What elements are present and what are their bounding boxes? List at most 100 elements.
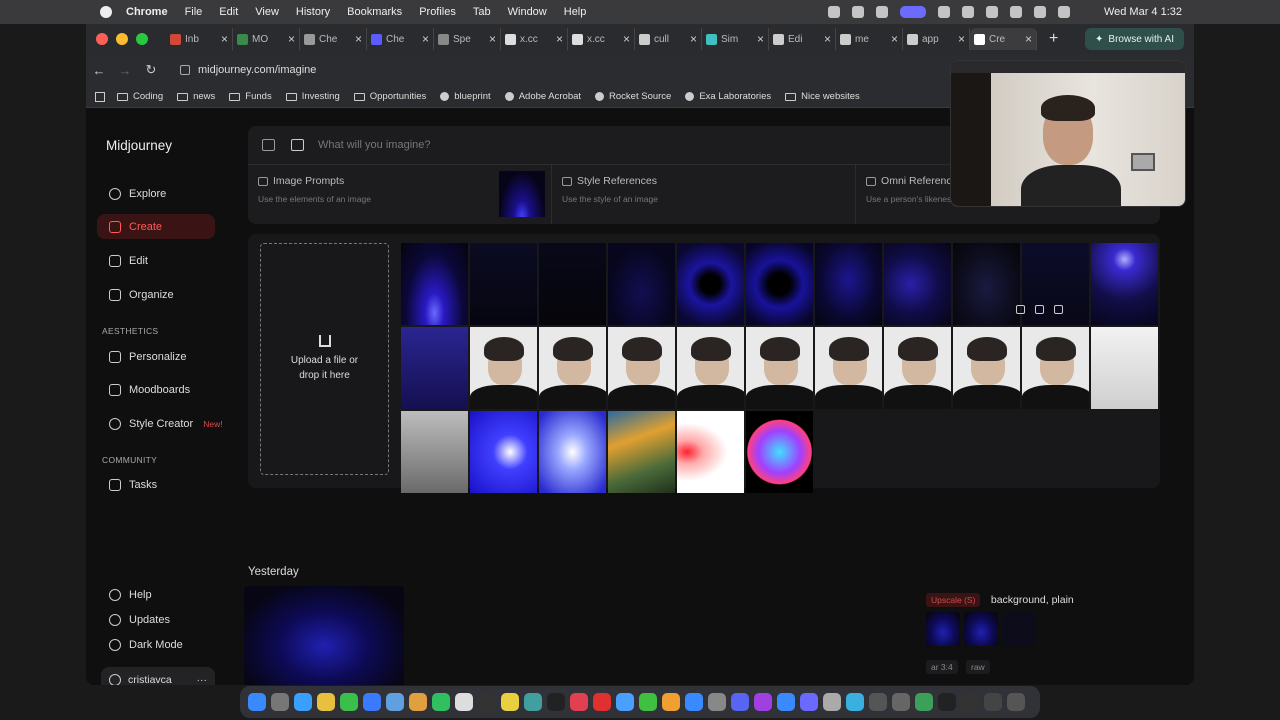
prompt-input[interactable]: What will you imagine?	[318, 139, 431, 151]
uploaded-image-tile[interactable]	[539, 411, 606, 493]
pages-icon[interactable]	[662, 693, 680, 711]
browser-tab[interactable]: Che ×	[300, 28, 367, 50]
close-tab-icon[interactable]: ×	[288, 32, 299, 46]
image-add-icon[interactable]	[291, 139, 304, 151]
figma-icon[interactable]	[754, 693, 772, 711]
control-center-icon[interactable]	[1058, 6, 1070, 18]
sidebar-item-explore[interactable]: Explore	[97, 181, 215, 206]
uploaded-image-tile[interactable]	[608, 327, 675, 409]
generated-image-thumbnail[interactable]	[244, 586, 404, 685]
close-tab-icon[interactable]: ×	[958, 32, 969, 46]
browser-tab[interactable]: Che ×	[367, 28, 434, 50]
menu-profiles[interactable]: Profiles	[419, 6, 456, 18]
webcam-overlay[interactable]	[950, 60, 1186, 207]
bookmark-item[interactable]: blueprint	[440, 91, 491, 102]
browser-tab[interactable]: MO ×	[233, 28, 300, 50]
bookmark-item[interactable]: Coding	[117, 91, 163, 102]
app-icon[interactable]	[869, 693, 887, 711]
finder-icon[interactable]	[248, 693, 266, 711]
screen-share-icon[interactable]	[900, 6, 926, 18]
status-icon[interactable]	[938, 6, 950, 18]
uploaded-image-tile[interactable]	[815, 327, 882, 409]
tv-icon[interactable]	[547, 693, 565, 711]
image-prompts-panel[interactable]: Image Prompts Use the elements of an ima…	[248, 165, 553, 224]
close-tab-icon[interactable]: ×	[824, 32, 835, 46]
bookmark-item[interactable]: Nice websites	[785, 91, 860, 102]
facetime-icon[interactable]	[432, 693, 450, 711]
edit-icon[interactable]	[1035, 305, 1044, 314]
app-icon[interactable]	[800, 693, 818, 711]
uploaded-image-tile[interactable]	[608, 411, 675, 493]
numbers-icon[interactable]	[639, 693, 657, 711]
uploaded-image-tile[interactable]	[539, 327, 606, 409]
browser-tab[interactable]: Inb ×	[166, 28, 233, 50]
notes-icon[interactable]	[478, 693, 496, 711]
launchpad-icon[interactable]	[271, 693, 289, 711]
upload-dropzone[interactable]: Upload a file or drop it here	[260, 243, 389, 475]
sidebar-item-edit[interactable]: Edit	[97, 248, 215, 273]
webcam-titlebar[interactable]	[951, 61, 1185, 73]
browser-tab[interactable]: Cre ×	[970, 28, 1037, 50]
brand-logo[interactable]: Midjourney	[106, 138, 172, 153]
uploaded-image-tile[interactable]	[677, 327, 744, 409]
trash-icon[interactable]	[1054, 305, 1063, 314]
status-icon[interactable]	[828, 6, 840, 18]
job-tag[interactable]: ar 3:4	[926, 660, 958, 674]
sidebar-item-personalize[interactable]: Personalize	[97, 344, 215, 369]
app-icon[interactable]	[777, 693, 795, 711]
uploaded-image-tile[interactable]	[401, 411, 468, 493]
app-icon[interactable]	[846, 693, 864, 711]
battery-icon[interactable]	[986, 6, 998, 18]
close-tab-icon[interactable]: ×	[422, 32, 433, 46]
app-icon[interactable]	[961, 693, 979, 711]
close-tab-icon[interactable]: ×	[891, 32, 902, 46]
uploaded-image-tile[interactable]	[815, 243, 882, 325]
forward-icon[interactable]: →	[112, 63, 138, 78]
sidebar-item-updates[interactable]: Updates	[97, 607, 215, 632]
sidebar-item-help[interactable]: Help	[97, 582, 215, 607]
user-profile[interactable]: cristiavca ···	[101, 667, 215, 685]
uploaded-image-tile[interactable]	[608, 243, 675, 325]
site-info-icon[interactable]	[180, 65, 190, 75]
mail-icon[interactable]	[363, 693, 381, 711]
menu-file[interactable]: File	[185, 6, 203, 18]
trash-icon[interactable]	[1007, 693, 1025, 711]
uploaded-image-tile[interactable]	[401, 327, 468, 409]
uploaded-image-tile[interactable]	[953, 327, 1020, 409]
menu-window[interactable]: Window	[508, 6, 547, 18]
browser-tab[interactable]: me ×	[836, 28, 903, 50]
reference-thumbnail[interactable]	[1002, 612, 1036, 646]
uploaded-image-tile[interactable]	[1091, 243, 1158, 325]
uploaded-image-tile[interactable]	[746, 327, 813, 409]
uploaded-image-tile[interactable]	[401, 243, 468, 325]
browser-tab[interactable]: x.cc ×	[501, 28, 568, 50]
uploaded-image-tile[interactable]	[470, 327, 537, 409]
sidebar-item-dark-mode[interactable]: Dark Mode	[97, 632, 215, 657]
bookmark-item[interactable]: Adobe Acrobat	[504, 91, 581, 102]
close-tab-icon[interactable]: ×	[757, 32, 768, 46]
new-tab-button[interactable]: +	[1049, 30, 1058, 48]
app-icon[interactable]	[524, 693, 542, 711]
close-tab-icon[interactable]: ×	[556, 32, 567, 46]
bookmark-item[interactable]: news	[177, 91, 215, 102]
browser-tab[interactable]: x.cc ×	[568, 28, 635, 50]
uploaded-image-tile[interactable]	[1091, 327, 1158, 409]
uploaded-image-tile[interactable]	[539, 243, 606, 325]
style-references-panel[interactable]: Style References Use the style of an ima…	[552, 165, 857, 224]
uploaded-image-tile[interactable]	[884, 243, 951, 325]
uploaded-image-tile[interactable]	[746, 411, 813, 493]
music-icon[interactable]	[570, 693, 588, 711]
menu-view[interactable]: View	[255, 6, 279, 18]
bookmark-item[interactable]: Opportunities	[353, 91, 426, 102]
close-tab-icon[interactable]: ×	[355, 32, 366, 46]
uploaded-image-tile[interactable]	[677, 243, 744, 325]
browser-tab[interactable]: app ×	[903, 28, 970, 50]
more-icon[interactable]: ···	[197, 674, 208, 685]
reload-icon[interactable]: ↻	[138, 62, 164, 78]
app-icon[interactable]	[892, 693, 910, 711]
keynote-icon[interactable]	[616, 693, 634, 711]
reference-thumbnail[interactable]	[926, 612, 960, 646]
photos-icon[interactable]	[409, 693, 427, 711]
sidebar-item-moodboards[interactable]: Moodboards	[97, 377, 215, 402]
apps-grid-icon[interactable]	[95, 91, 105, 102]
